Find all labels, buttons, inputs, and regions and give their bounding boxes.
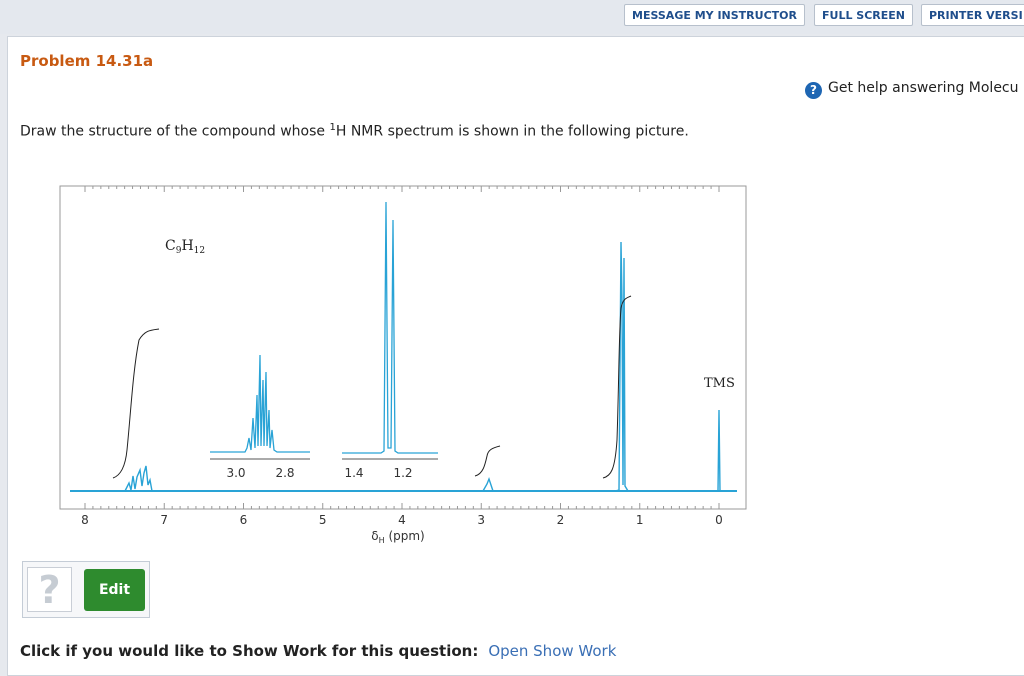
x-tick-label: 0 bbox=[715, 513, 723, 527]
help-icon: ? bbox=[805, 82, 822, 99]
x-tick-label: 6 bbox=[240, 513, 248, 527]
x-tick-label: 1 bbox=[636, 513, 644, 527]
open-show-work-link[interactable]: Open Show Work bbox=[488, 642, 616, 660]
show-work-prompt: Click if you would like to Show Work for… bbox=[20, 642, 616, 660]
question-text: Draw the structure of the compound whose… bbox=[20, 122, 689, 140]
edit-button[interactable]: Edit bbox=[84, 569, 145, 611]
x-tick-label: 7 bbox=[160, 513, 168, 527]
structure-placeholder: ? bbox=[27, 567, 72, 612]
tms-label: TMS bbox=[704, 376, 735, 391]
help-link[interactable]: ? Get help answering Molecu bbox=[805, 80, 1019, 99]
question-part: H NMR spectrum is shown in the following… bbox=[335, 123, 689, 140]
full-screen-button[interactable]: FULL SCREEN bbox=[814, 4, 913, 26]
help-text: Get help answering Molecu bbox=[828, 80, 1019, 96]
inset-tick-label: 1.2 bbox=[393, 466, 412, 480]
x-tick-label: 4 bbox=[398, 513, 406, 527]
message-instructor-button[interactable]: MESSAGE MY INSTRUCTOR bbox=[624, 4, 805, 26]
x-tick-label: 2 bbox=[557, 513, 565, 527]
top-toolbar: MESSAGE MY INSTRUCTOR FULL SCREEN PRINTE… bbox=[0, 0, 1024, 34]
nmr-spectrum-image: C9H12 TMS 3.0 2.8 1.4 1.2 876543210 δH (… bbox=[59, 185, 747, 545]
inset-tick-label: 3.0 bbox=[226, 466, 245, 480]
inset-tick-label: 1.4 bbox=[344, 466, 363, 480]
inset-tick-label: 2.8 bbox=[275, 466, 294, 480]
x-tick-label: 5 bbox=[319, 513, 327, 527]
x-tick-label: 3 bbox=[477, 513, 485, 527]
problem-title: Problem 14.31a bbox=[20, 52, 154, 70]
x-tick-label: 8 bbox=[81, 513, 89, 527]
question-part: Draw the structure of the compound whose bbox=[20, 123, 330, 140]
printer-version-button[interactable]: PRINTER VERSI bbox=[921, 4, 1024, 26]
show-work-text: Click if you would like to Show Work for… bbox=[20, 642, 479, 660]
axis-label: δH (ppm) bbox=[371, 529, 424, 545]
